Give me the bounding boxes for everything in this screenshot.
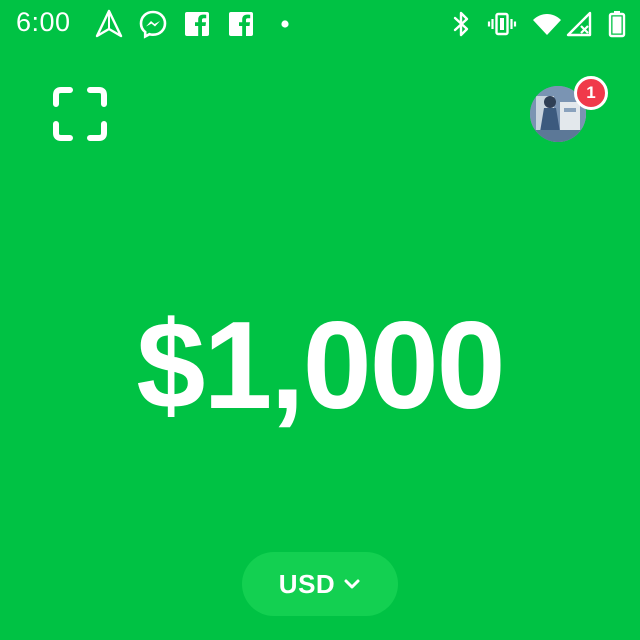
currency-label: USD: [278, 568, 336, 599]
scan-qr-button[interactable]: [50, 84, 110, 144]
battery-icon: [602, 9, 632, 39]
vibrate-icon: [487, 9, 517, 39]
currency-selector-button[interactable]: USD: [242, 552, 398, 616]
cash-app-screen: 6:00 1 $1,000 USD: [0, 0, 640, 640]
profile-avatar-button[interactable]: 1: [530, 76, 608, 146]
notification-dot-icon: [270, 9, 300, 39]
no-signal-icon: [564, 9, 594, 39]
wifi-icon: [532, 9, 562, 39]
bluetooth-icon: [446, 9, 476, 39]
facebook-icon: [226, 9, 256, 39]
status-time: 6:00: [16, 7, 71, 37]
messenger-icon: [138, 9, 168, 39]
balance-amount: $1,000: [136, 297, 505, 435]
status-bar: 6:00: [0, 0, 640, 52]
facebook-icon: [182, 9, 212, 39]
scan-qr-icon: [50, 84, 110, 144]
notification-badge: 1: [574, 76, 608, 110]
chevron-down-icon: [343, 575, 361, 593]
send-arrow-icon: [94, 9, 124, 39]
